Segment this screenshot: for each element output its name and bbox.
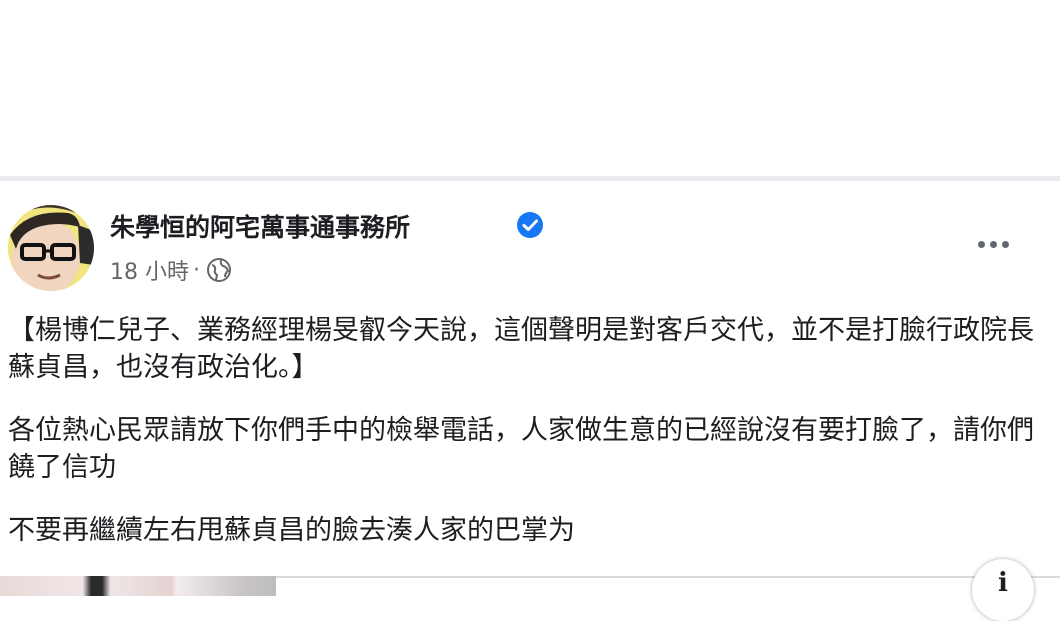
more-dot — [1001, 240, 1009, 248]
top-blank-area — [0, 0, 1060, 176]
post-media-preview[interactable] — [0, 576, 1060, 596]
facebook-post: 朱學恒的阿宅萬事通事務所 18 小時 · 【楊博仁兒子、業務經理楊旻叡今天說，這… — [0, 181, 1060, 621]
post-paragraph: 不要再繼續左右甩蘇貞昌的臉去湊人家的巴掌为 — [8, 515, 575, 546]
info-glyph: i — [998, 568, 1008, 598]
post-paragraph: 【楊博仁兒子、業務經理楊旻叡今天說，這個聲明是對客戶交代，並不是打臉行政院長蘇貞… — [8, 315, 1034, 383]
attached-image[interactable] — [0, 576, 276, 596]
more-dot — [977, 240, 985, 248]
info-icon[interactable]: i — [972, 559, 1034, 621]
verified-badge-icon — [517, 212, 543, 238]
more-options-icon[interactable] — [970, 227, 1016, 261]
globe-icon[interactable] — [206, 257, 232, 283]
more-dot — [989, 240, 997, 248]
meta-separator: · — [193, 257, 200, 283]
avatar-cartoon-face — [8, 205, 94, 291]
post-meta: 18 小時 · — [110, 254, 232, 286]
avatar[interactable] — [8, 205, 94, 291]
post-timestamp[interactable]: 18 小時 — [110, 254, 189, 286]
media-area — [276, 576, 1060, 596]
post-paragraph: 各位熱心民眾請放下你們手中的檢舉電話，人家做生意的已經說沒有要打臉了，請你們饒了… — [8, 415, 1034, 483]
page-name[interactable]: 朱學恒的阿宅萬事通事務所 — [110, 208, 410, 244]
